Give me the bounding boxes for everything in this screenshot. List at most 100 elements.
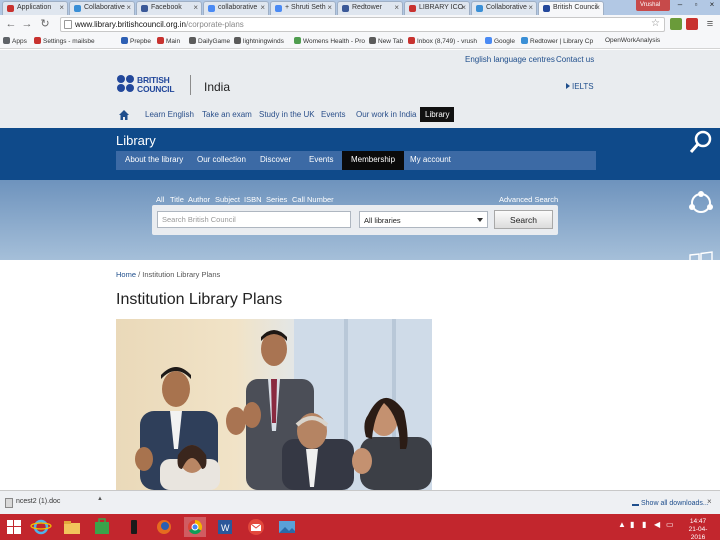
search-input[interactable] [157, 211, 351, 228]
menu-icon[interactable]: ≡ [704, 18, 716, 30]
filter-call-number[interactable]: Call Number [292, 195, 334, 204]
photos-icon[interactable] [276, 517, 298, 537]
home-icon[interactable] [118, 109, 130, 121]
tab-favicon-icon [208, 5, 215, 12]
firefox-icon[interactable] [153, 517, 175, 537]
bookmark-item[interactable]: Inbox (8,749) - vrush [408, 37, 477, 45]
word-icon[interactable]: W [214, 517, 236, 537]
reload-icon[interactable]: ↻ [38, 17, 52, 31]
bookmark-item[interactable]: OpenWorkAnalysis [605, 37, 660, 44]
browser-tab[interactable]: Collaborative × [471, 1, 537, 15]
tab-close-icon[interactable]: × [528, 3, 533, 12]
browser-tab[interactable]: collaborative × [203, 1, 269, 15]
filter-title[interactable]: Title [170, 195, 184, 204]
tab-close-icon[interactable]: × [595, 3, 600, 12]
browser-tab[interactable]: Collaborative × [69, 1, 135, 15]
tab-close-icon[interactable]: × [260, 3, 265, 12]
bookmark-item[interactable]: Womens Health - Pro [294, 37, 365, 45]
subnav-about-library[interactable]: About the library [125, 155, 183, 164]
network-icon[interactable]: ▮ [642, 520, 650, 531]
minimize-icon[interactable]: – [672, 0, 688, 12]
english-centres-link[interactable]: English language centres [465, 55, 555, 64]
filter-series[interactable]: Series [266, 195, 287, 204]
bookmark-item[interactable]: lightningwinds [234, 37, 284, 45]
browser-tab[interactable]: + Shruti Seth × [270, 1, 336, 15]
subnav-our-collection[interactable]: Our collection [197, 155, 246, 164]
address-bar[interactable]: www.library.britishcouncil.org.in/corpor… [60, 17, 665, 32]
bookmark-item[interactable]: New Tab [369, 37, 403, 45]
profile-badge[interactable]: Vrushal [636, 0, 670, 11]
ielts-link[interactable]: IELTS [566, 82, 594, 91]
browser-tab[interactable]: LIBRARY ICO × [404, 1, 470, 15]
show-all-downloads-link[interactable]: Show all downloads... [632, 499, 709, 507]
extension-icon[interactable] [686, 18, 698, 30]
store-icon[interactable] [91, 517, 113, 537]
british-council-logo[interactable]: BRITISH COUNCIL [117, 75, 177, 97]
nav-library[interactable]: Library [420, 107, 455, 122]
forward-icon[interactable]: → [20, 17, 34, 31]
share-icon[interactable] [687, 189, 715, 217]
filter-all[interactable]: All [156, 195, 164, 204]
nav-study-in-uk[interactable]: Study in the UK [259, 110, 315, 119]
nav-learn-english[interactable]: Learn English [145, 110, 194, 119]
browser-tab[interactable]: Application × [2, 1, 68, 15]
extension-icon[interactable] [670, 18, 682, 30]
subnav-membership[interactable]: Membership [342, 151, 405, 170]
close-downloads-icon[interactable]: × [707, 497, 712, 506]
internet-explorer-icon[interactable] [30, 517, 52, 537]
phone-app-icon[interactable] [123, 517, 145, 537]
filter-subject[interactable]: Subject [215, 195, 240, 204]
mail-icon[interactable] [245, 517, 267, 537]
back-icon[interactable]: ← [4, 17, 18, 31]
bookmark-item[interactable]: Prepbe [121, 37, 151, 45]
advanced-search-link[interactable]: Advanced Search [499, 195, 558, 204]
settings-gear-icon[interactable] [687, 369, 715, 397]
chrome-icon[interactable] [184, 517, 206, 537]
tab-close-icon[interactable]: × [461, 3, 466, 12]
tab-close-icon[interactable]: × [327, 3, 332, 12]
bookmark-favicon-icon [408, 37, 415, 44]
bookmark-item[interactable]: Google [485, 37, 515, 45]
volume-icon[interactable]: ◀ [654, 520, 662, 531]
nav-our-work-in-india[interactable]: Our work in India [356, 110, 416, 119]
tray-chevron-icon[interactable]: ▲ [618, 520, 626, 531]
windows-start-icon[interactable] [3, 517, 25, 537]
browser-tab-active[interactable]: British Council × [538, 1, 604, 15]
tab-close-icon[interactable]: × [59, 3, 64, 12]
browser-tab[interactable]: Facebook × [136, 1, 202, 15]
bookmark-item[interactable]: Apps [3, 37, 27, 45]
devices-icon[interactable] [687, 309, 715, 337]
contact-us-link[interactable]: Contact us [556, 55, 594, 64]
tab-close-icon[interactable]: × [193, 3, 198, 12]
bookmark-item[interactable]: Redtower | Library Cp [521, 37, 593, 45]
tab-close-icon[interactable]: × [394, 3, 399, 12]
library-select[interactable]: All libraries [359, 211, 488, 228]
breadcrumb-home[interactable]: Home [116, 270, 136, 279]
restore-icon[interactable]: ▫ [688, 0, 704, 12]
system-clock[interactable]: 14:47 21-04-2016 [683, 518, 713, 540]
subnav-discover[interactable]: Discover [260, 155, 291, 164]
tab-close-icon[interactable]: × [126, 3, 131, 12]
download-item[interactable]: ncest2 (1).doc ▲ [2, 493, 105, 513]
filter-isbn[interactable]: ISBN [244, 195, 262, 204]
start-icon[interactable] [687, 249, 715, 277]
file-explorer-icon[interactable] [61, 517, 83, 537]
browser-tab[interactable]: Redtower × [337, 1, 403, 15]
bookmark-item[interactable]: Main [157, 37, 180, 45]
chevron-up-icon[interactable]: ▲ [97, 496, 103, 502]
bookmark-item[interactable]: Settings - mailsbe [34, 37, 95, 45]
filter-author[interactable]: Author [188, 195, 210, 204]
page-info-icon[interactable] [64, 20, 72, 29]
subnav-my-account[interactable]: My account [410, 155, 451, 164]
search-icon[interactable] [687, 129, 715, 157]
battery-icon[interactable]: ▮ [630, 520, 638, 531]
notification-icon[interactable]: ▭ [666, 520, 674, 531]
close-window-icon[interactable]: × [704, 0, 720, 12]
arrow-right-icon [566, 83, 570, 89]
nav-take-an-exam[interactable]: Take an exam [202, 110, 252, 119]
nav-events[interactable]: Events [321, 110, 345, 119]
bookmark-item[interactable]: DailyGame [189, 37, 230, 45]
subnav-events[interactable]: Events [309, 155, 333, 164]
bookmark-star-icon[interactable]: ☆ [651, 18, 660, 29]
search-button[interactable]: Search [494, 210, 553, 229]
